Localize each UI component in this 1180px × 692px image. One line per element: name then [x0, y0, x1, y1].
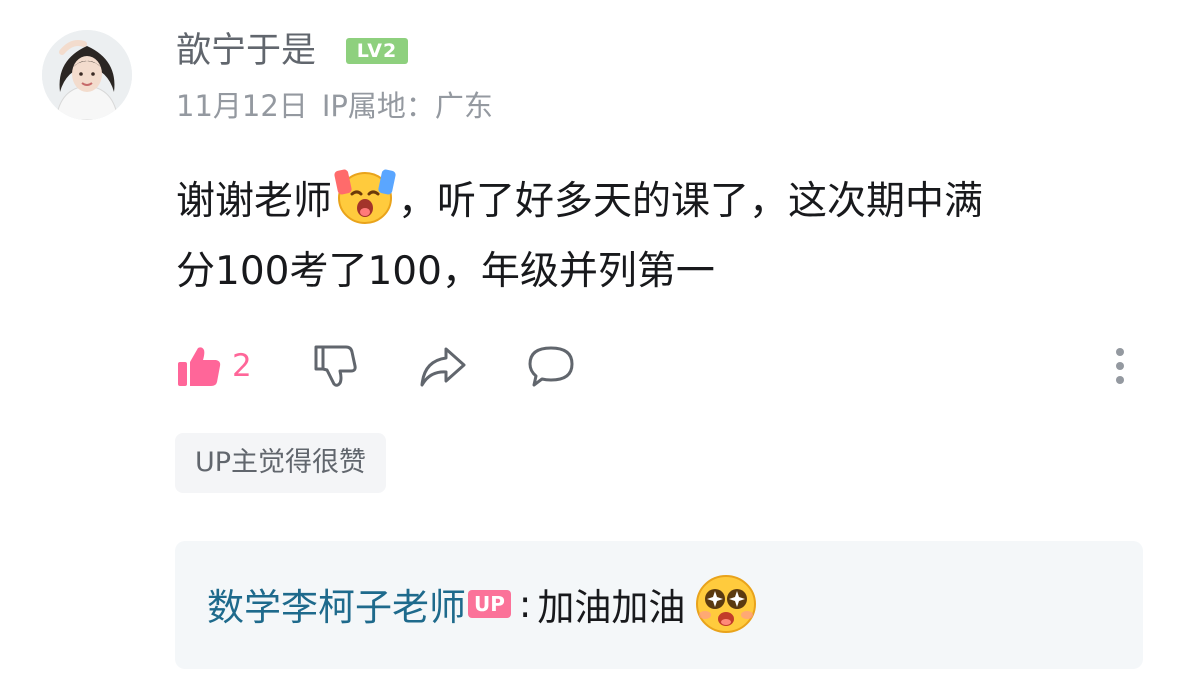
user-avatar[interactable] — [42, 30, 132, 120]
reply-line: 数学李柯子老师 UP: 加油加油 — [207, 571, 759, 637]
reply-author[interactable]: 数学李柯子老师 — [207, 577, 466, 631]
comment-line-2: 分100考了100，年级并列第一 — [176, 249, 715, 294]
reply-colon: : — [518, 582, 532, 626]
crying-face-emoji-icon — [332, 166, 398, 226]
comment-text: 谢谢老师 ，听了好多天的课了，这次期中满 分100考了100，年级并列第一 — [176, 166, 1136, 307]
chat-bubble-icon — [528, 346, 574, 387]
thumbs-down-icon — [314, 345, 357, 387]
up-liked-tag: UP主觉得很赞 — [175, 433, 387, 493]
reply-text: 加油加油 — [537, 586, 686, 629]
level-badge: LV2 — [346, 38, 408, 64]
starry-eyed-emoji-icon — [693, 571, 759, 637]
more-options-button[interactable] — [1106, 342, 1134, 390]
ip-location: IP属地：广东 — [321, 89, 493, 123]
comment-line-1: 谢谢老师 ，听了好多天的课了，这次期中满 — [176, 166, 1136, 237]
comment-meta: 11月12日 IP属地：广东 — [176, 86, 493, 126]
comment-text-part1: 谢谢老师 — [176, 179, 333, 224]
share-icon — [420, 347, 466, 387]
like-button[interactable]: 2 — [176, 336, 252, 396]
username[interactable]: 歆宁于是 — [176, 28, 316, 74]
like-count: 2 — [232, 348, 252, 384]
more-vertical-icon — [1116, 348, 1124, 384]
comment-text-part2: ，听了好多天的课了，这次期中满 — [398, 179, 984, 224]
up-tag: UP — [468, 590, 511, 618]
reply-button[interactable] — [526, 336, 576, 396]
thumbs-up-icon — [178, 347, 221, 386]
comment-date: 11月12日 — [176, 89, 308, 123]
dislike-button[interactable] — [312, 336, 358, 396]
share-button[interactable] — [418, 336, 468, 396]
reply-preview[interactable]: 数学李柯子老师 UP: 加油加油 — [175, 541, 1143, 669]
comment-actions: 2 — [176, 336, 1136, 396]
